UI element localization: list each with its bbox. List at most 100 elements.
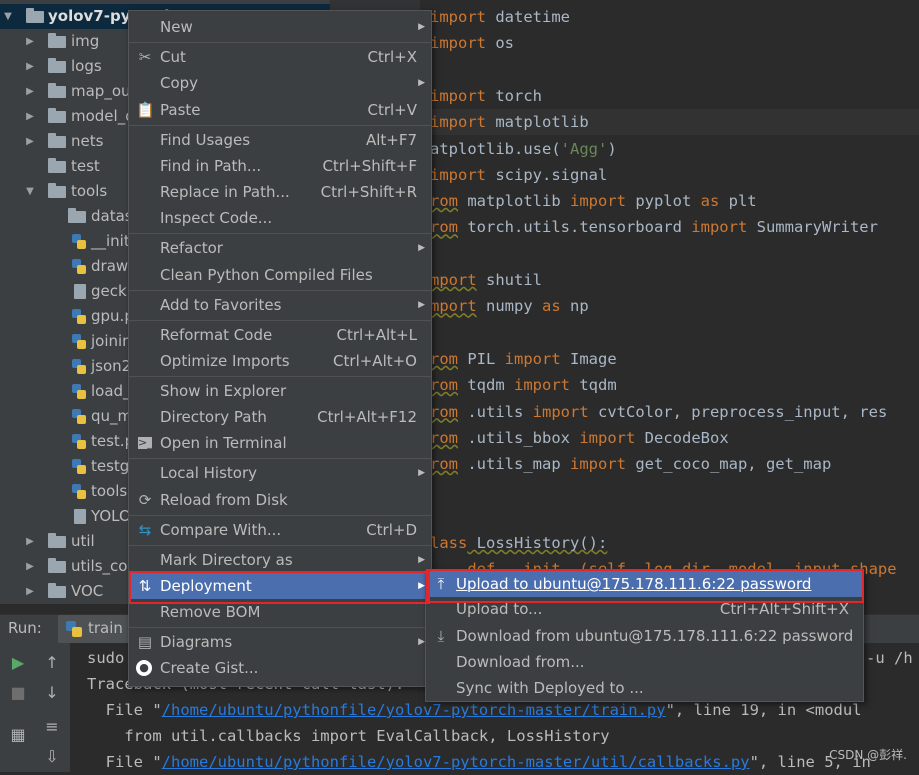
scroll-to-end-icon[interactable]: ⇩ xyxy=(42,747,62,767)
menu-item-compare-with[interactable]: ⇆ Compare With... Ctrl+D xyxy=(129,517,431,543)
menu-item-paste[interactable]: 📋 Paste Ctrl+V xyxy=(129,97,431,123)
tree-item-label: utils_co xyxy=(71,557,128,575)
code-line: import matplotlib xyxy=(430,113,589,132)
menu-item-deployment[interactable]: ⇅ Deployment ▶ xyxy=(129,573,431,599)
code-line: rom torch.utils.tensorboard import Summa… xyxy=(430,218,878,237)
menu-item-add-favorites[interactable]: Add to Favorites ▶ xyxy=(129,292,431,318)
chevron-down-icon[interactable]: ▼ xyxy=(2,4,14,29)
folder-icon xyxy=(48,108,66,123)
menu-item-reformat-code[interactable]: Reformat Code Ctrl+Alt+L xyxy=(129,322,431,348)
chevron-right-icon[interactable]: ▶ xyxy=(24,529,36,554)
menu-item-find-in-path[interactable]: Find in Path... Ctrl+Shift+F xyxy=(129,153,431,179)
submenu-item-upload-to-server[interactable]: ⤒ Upload to ubuntu@175.178.111.6:22 passw… xyxy=(426,571,863,597)
folder-icon xyxy=(48,133,66,148)
run-label: Run: xyxy=(8,619,42,637)
code-line: rom .utils import cvtColor, preprocess_i… xyxy=(430,402,888,421)
menu-item-replace-in-path[interactable]: Replace in Path... Ctrl+Shift+R xyxy=(129,179,431,205)
python-file-icon xyxy=(72,459,86,474)
menu-item-show-in-explorer[interactable]: Show in Explorer xyxy=(129,378,431,404)
arrow-up-icon[interactable]: ↑ xyxy=(42,653,62,673)
menu-item-find-usages[interactable]: Find Usages Alt+F7 xyxy=(129,127,431,153)
code-line: rom PIL import Image xyxy=(430,349,617,368)
run-icon[interactable]: ▶ xyxy=(8,653,28,673)
reload-icon: ⟳ xyxy=(138,491,152,509)
tree-item-label: draw xyxy=(91,257,129,275)
menu-item-new[interactable]: New ▶ xyxy=(129,14,431,40)
code-line: import torch xyxy=(430,86,542,105)
file-icon xyxy=(74,509,86,524)
menu-item-inspect-code[interactable]: Inspect Code... xyxy=(129,205,431,231)
menu-item-copy[interactable]: Copy ▶ xyxy=(129,70,431,96)
github-icon: ● xyxy=(136,660,152,676)
run-tab-train[interactable]: train xyxy=(58,615,130,643)
code-line: rom matplotlib import pyplot as plt xyxy=(430,192,757,211)
layout-icon[interactable]: ▦ xyxy=(8,725,28,745)
tree-item-label: __init xyxy=(91,232,130,250)
submenu-item-download-from-server[interactable]: ⤓ Download from ubuntu@175.178.111.6:22 p… xyxy=(426,623,863,649)
chevron-right-icon[interactable]: ▶ xyxy=(24,29,36,54)
folder-icon xyxy=(68,208,86,223)
traceback-link[interactable]: /home/ubuntu/pythonfile/yolov7-pytorch-m… xyxy=(162,753,750,771)
clipboard-icon: 📋 xyxy=(136,101,155,119)
submenu-item-sync[interactable]: Sync with Deployed to ... xyxy=(426,675,863,701)
tree-item-label: util xyxy=(71,532,95,550)
code-line: rom tqdm import tqdm xyxy=(430,376,617,395)
diagram-icon: ▤ xyxy=(137,633,153,651)
chevron-right-icon[interactable]: ▶ xyxy=(24,104,36,129)
folder-icon xyxy=(48,33,66,48)
python-file-icon xyxy=(72,309,86,324)
code-line: import scipy.signal xyxy=(430,165,608,184)
menu-item-clean-pyc[interactable]: Clean Python Compiled Files xyxy=(129,262,431,288)
menu-item-refactor[interactable]: Refactor ▶ xyxy=(129,235,431,261)
traceback-link[interactable]: /home/ubuntu/pythonfile/yolov7-pytorch-m… xyxy=(162,701,666,719)
chevron-right-icon[interactable]: ▶ xyxy=(24,554,36,579)
folder-icon xyxy=(48,158,66,173)
code-line: mport shutil xyxy=(430,271,542,289)
stop-icon[interactable]: ■ xyxy=(8,683,28,703)
console-line-1-right: -u /h xyxy=(866,649,913,667)
tree-item-label: json2 xyxy=(91,357,132,375)
deployment-submenu: ⤒ Upload to ubuntu@175.178.111.6:22 passw… xyxy=(425,570,864,702)
tree-item-label: tools xyxy=(91,482,128,500)
menu-item-directory-path[interactable]: Directory Path Ctrl+Alt+F12 xyxy=(129,404,431,430)
menu-item-create-gist[interactable]: ● Create Gist... xyxy=(129,655,431,681)
submenu-item-download-from[interactable]: Download from... xyxy=(426,649,863,675)
folder-icon xyxy=(48,533,66,548)
chevron-down-icon[interactable]: ▼ xyxy=(24,179,36,204)
code-line: rom .utils_bbox import DecodeBox xyxy=(430,428,729,447)
deployment-icon: ⇅ xyxy=(138,577,152,595)
chevron-right-icon[interactable]: ▶ xyxy=(24,579,36,604)
tree-item-label: tools xyxy=(71,182,108,200)
upload-icon: ⤒ xyxy=(437,575,445,593)
folder-icon xyxy=(26,8,44,23)
menu-item-cut[interactable]: ✂ Cut Ctrl+X xyxy=(129,44,431,70)
menu-item-open-terminal[interactable]: >_ Open in Terminal xyxy=(129,430,431,456)
console-toolbar: ▶ ↑ ■ ↓ ≡ ▦ ⇩ xyxy=(0,643,70,772)
python-file-icon xyxy=(72,259,86,274)
menu-item-reload-from-disk[interactable]: ⟳ Reload from Disk xyxy=(129,487,431,513)
menu-item-remove-bom[interactable]: Remove BOM xyxy=(129,599,431,625)
folder-icon xyxy=(48,83,66,98)
code-line: lass LossHistory(): xyxy=(430,534,608,552)
menu-item-mark-directory[interactable]: Mark Directory as ▶ xyxy=(129,547,431,573)
python-file-icon xyxy=(72,409,86,424)
chevron-right-icon[interactable]: ▶ xyxy=(24,54,36,79)
console-line-1: sudo xyxy=(87,649,125,667)
menu-item-optimize-imports[interactable]: Optimize Imports Ctrl+Alt+O xyxy=(129,348,431,374)
menu-item-local-history[interactable]: Local History ▶ xyxy=(129,460,431,486)
tree-item-label: load_ xyxy=(91,382,131,400)
tree-item-label: map_ou xyxy=(71,82,131,100)
tree-item-label: VOC xyxy=(71,582,104,600)
tree-item-label: YOLO xyxy=(91,507,131,525)
soft-wrap-icon[interactable]: ≡ xyxy=(42,717,62,737)
submenu-item-upload-to[interactable]: Upload to... Ctrl+Alt+Shift+X xyxy=(426,596,863,622)
run-tab-label: train xyxy=(88,619,123,637)
arrow-down-icon[interactable]: ↓ xyxy=(42,683,62,703)
code-line: mport numpy as np xyxy=(430,297,589,316)
chevron-right-icon[interactable]: ▶ xyxy=(24,79,36,104)
folder-icon xyxy=(48,183,66,198)
chevron-right-icon[interactable]: ▶ xyxy=(24,129,36,154)
console-line-5: File "/home/ubuntu/pythonfile/yolov7-pyt… xyxy=(87,753,871,771)
file-icon xyxy=(74,284,86,299)
menu-item-diagrams[interactable]: ▤ Diagrams ▶ xyxy=(129,629,431,655)
